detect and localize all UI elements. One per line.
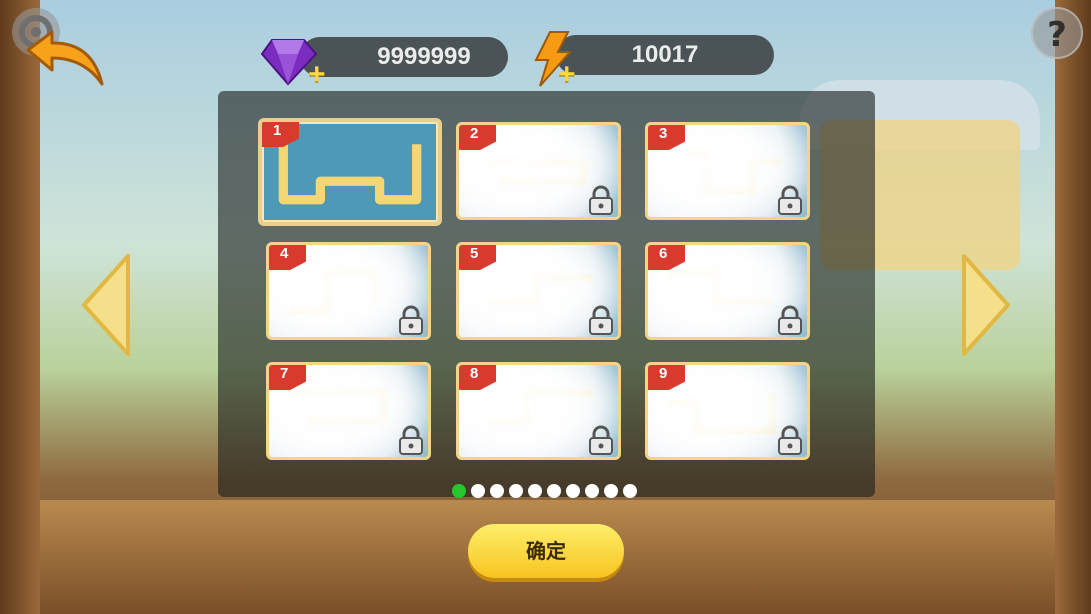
level-card-5[interactable]: 5: [456, 242, 621, 340]
lock-icon: [589, 305, 613, 335]
lock-icon: [589, 425, 613, 455]
add-gems-button[interactable]: +: [308, 58, 326, 92]
background-frame-right: [1055, 0, 1091, 614]
page-dot[interactable]: [471, 484, 485, 498]
level-card-4[interactable]: 4: [266, 242, 431, 340]
level-card-6[interactable]: 6: [645, 242, 810, 340]
confirm-button[interactable]: 确定: [468, 524, 624, 578]
add-energy-button[interactable]: +: [558, 58, 576, 92]
page-dot[interactable]: [452, 484, 466, 498]
back-button[interactable]: [22, 28, 106, 90]
gem-counter: 9999999: [300, 37, 508, 77]
page-dot[interactable]: [490, 484, 504, 498]
level-card-9[interactable]: 9: [645, 362, 810, 460]
arrow-right-icon[interactable]: [960, 252, 1012, 358]
level-card-8[interactable]: 8: [456, 362, 621, 460]
help-icon: ?: [1047, 15, 1067, 55]
page-dot[interactable]: [623, 484, 637, 498]
lock-icon: [399, 425, 423, 455]
energy-counter: 10017: [556, 35, 774, 75]
help-button[interactable]: ?: [1031, 7, 1083, 59]
background-frame-left: [0, 0, 40, 614]
lock-icon: [589, 185, 613, 215]
level-card-7[interactable]: 7: [266, 362, 431, 460]
level-card-3[interactable]: 3: [645, 122, 810, 220]
page-dot[interactable]: [566, 484, 580, 498]
lock-icon: [399, 305, 423, 335]
lock-icon: [778, 185, 802, 215]
page-dot[interactable]: [528, 484, 542, 498]
page-dot[interactable]: [509, 484, 523, 498]
level-card-2[interactable]: 2: [456, 122, 621, 220]
level-card-1[interactable]: 1: [258, 118, 442, 226]
page-dot[interactable]: [604, 484, 618, 498]
lock-icon: [778, 425, 802, 455]
gem-count: 9999999: [377, 43, 471, 70]
arrow-left-icon[interactable]: [80, 252, 132, 358]
lock-icon: [778, 305, 802, 335]
back-arrow-icon: [26, 30, 104, 86]
page-dot[interactable]: [547, 484, 561, 498]
game-scene: 9999999 + 10017 + ? 1 2 3 4 5 6 7 8 9 确定: [0, 0, 1091, 614]
energy-count: 10017: [631, 41, 699, 68]
page-indicator: [452, 484, 637, 500]
page-dot[interactable]: [585, 484, 599, 498]
